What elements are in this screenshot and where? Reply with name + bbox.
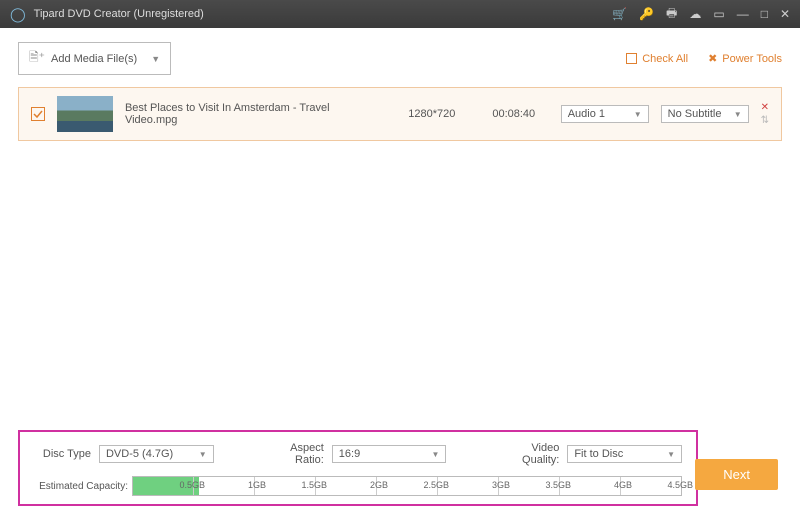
row-checkbox[interactable]	[31, 107, 45, 121]
titlebar-actions: 🛒 🔑 🖶 ☁ ▭ — □ ✕	[612, 4, 790, 25]
aspect-value: 16:9	[339, 448, 360, 460]
tick-label: 4.5GB	[667, 480, 693, 490]
file-name: Best Places to Visit In Amsterdam - Trav…	[125, 102, 385, 126]
capacity-label: Estimated Capacity:	[34, 481, 128, 492]
row-actions: ✕ ⇅	[761, 102, 769, 126]
add-media-label: Add Media File(s)	[51, 53, 137, 65]
main-area: 🗎⁺ Add Media File(s) ▼ Check All ✖ Power…	[0, 28, 800, 514]
disc-type-label: Disc Type	[34, 448, 91, 460]
capacity-ticks: 0.5GB 1GB 1.5GB 2GB 2.5GB 3GB 3.5GB 4GB …	[133, 477, 681, 495]
subtitle-select[interactable]: No Subtitle ▼	[661, 105, 749, 123]
chevron-down-icon: ▼	[634, 110, 642, 119]
next-button[interactable]: Next	[695, 459, 778, 490]
video-quality-select[interactable]: Fit to Disc ▼	[567, 445, 682, 463]
key-icon[interactable]: 🔑	[639, 7, 654, 21]
disc-type-value: DVD-5 (4.7G)	[106, 448, 173, 460]
checkbox-icon	[626, 53, 637, 64]
toolbar: 🗎⁺ Add Media File(s) ▼ Check All ✖ Power…	[18, 42, 782, 75]
power-tools-button[interactable]: ✖ Power Tools	[708, 52, 782, 65]
minimize-icon[interactable]: —	[737, 7, 749, 21]
bottom-panel: Disc Type DVD-5 (4.7G) ▼ Aspect Ratio: 1…	[0, 430, 800, 514]
capacity-bar: 0.5GB 1GB 1.5GB 2GB 2.5GB 3GB 3.5GB 4GB …	[132, 476, 682, 496]
file-duration: 00:08:40	[479, 108, 549, 120]
menu-icon[interactable]: ▭	[713, 7, 724, 21]
check-icon	[33, 109, 43, 119]
chevron-down-icon: ▼	[667, 450, 675, 459]
titlebar: ◯ Tipard DVD Creator (Unregistered) 🛒 🔑 …	[0, 0, 800, 28]
app-logo-icon: ◯	[10, 6, 26, 23]
power-tools-label: Power Tools	[722, 53, 782, 65]
reorder-icon[interactable]: ⇅	[761, 115, 769, 126]
capacity-row: Estimated Capacity: 0.5GB 1GB 1.5GB 2GB …	[34, 476, 682, 496]
chevron-down-icon: ▼	[734, 110, 742, 119]
quality-value: Fit to Disc	[574, 448, 623, 460]
chevron-down-icon: ▼	[151, 54, 160, 64]
video-quality-label: Video Quality:	[494, 442, 559, 466]
maximize-icon[interactable]: □	[761, 7, 768, 21]
chevron-down-icon: ▼	[199, 450, 207, 459]
window-title: Tipard DVD Creator (Unregistered)	[34, 8, 612, 20]
tools-icon: ✖	[708, 52, 717, 65]
disc-type-select[interactable]: DVD-5 (4.7G) ▼	[99, 445, 214, 463]
aspect-ratio-label: Aspect Ratio:	[262, 442, 324, 466]
aspect-ratio-select[interactable]: 16:9 ▼	[332, 445, 447, 463]
chevron-down-icon: ▼	[432, 450, 440, 459]
file-resolution: 1280*720	[397, 108, 467, 120]
print-icon[interactable]: 🖶	[666, 4, 677, 25]
add-media-button[interactable]: 🗎⁺ Add Media File(s) ▼	[18, 42, 171, 75]
settings-row: Disc Type DVD-5 (4.7G) ▼ Aspect Ratio: 1…	[34, 442, 682, 466]
check-all-toggle[interactable]: Check All	[626, 53, 688, 65]
subtitle-value: No Subtitle	[668, 108, 722, 120]
audio-value: Audio 1	[568, 108, 605, 120]
check-all-label: Check All	[642, 53, 688, 65]
cart-icon[interactable]: 🛒	[612, 7, 627, 21]
remove-icon[interactable]: ✕	[761, 102, 769, 113]
close-icon[interactable]: ✕	[780, 7, 790, 21]
media-file-row[interactable]: Best Places to Visit In Amsterdam - Trav…	[18, 87, 782, 141]
info-icon[interactable]: ☁	[689, 7, 701, 21]
disc-settings-panel: Disc Type DVD-5 (4.7G) ▼ Aspect Ratio: 1…	[18, 430, 698, 506]
audio-track-select[interactable]: Audio 1 ▼	[561, 105, 649, 123]
add-icon: 🗎⁺	[29, 48, 45, 69]
video-thumbnail	[57, 96, 113, 132]
